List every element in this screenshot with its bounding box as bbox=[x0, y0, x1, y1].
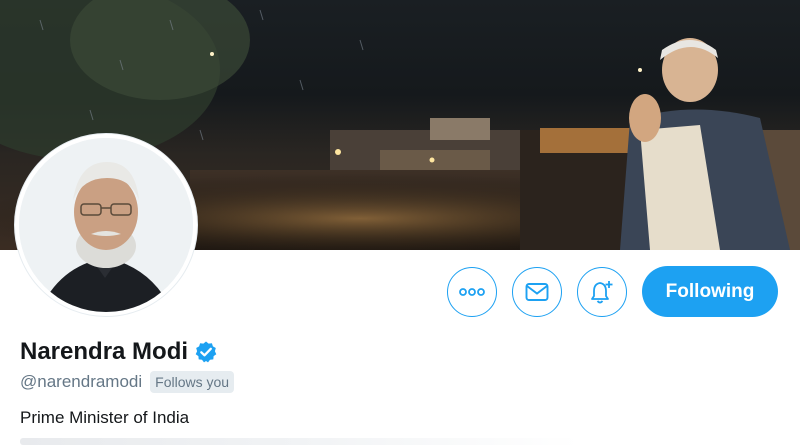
avatar-photo bbox=[19, 138, 193, 312]
display-name: Narendra Modi bbox=[20, 338, 189, 365]
bell-plus-icon bbox=[591, 281, 613, 304]
more-dots-icon bbox=[459, 288, 485, 296]
following-button[interactable]: Following bbox=[642, 266, 778, 317]
handle-row: @narendramodi Follows you bbox=[20, 371, 235, 393]
avatar[interactable] bbox=[14, 133, 198, 317]
verified-badge-icon bbox=[195, 341, 217, 363]
profile-bio: Prime Minister of India bbox=[20, 408, 190, 427]
envelope-icon bbox=[525, 283, 549, 301]
follows-you-badge: Follows you bbox=[150, 371, 235, 393]
notifications-button[interactable] bbox=[577, 267, 627, 317]
profile-name-row: Narendra Modi bbox=[20, 338, 218, 366]
more-options-button[interactable] bbox=[447, 267, 497, 317]
message-button[interactable] bbox=[512, 267, 562, 317]
cut-off-content bbox=[20, 438, 580, 445]
handle: @narendramodi bbox=[20, 372, 143, 391]
